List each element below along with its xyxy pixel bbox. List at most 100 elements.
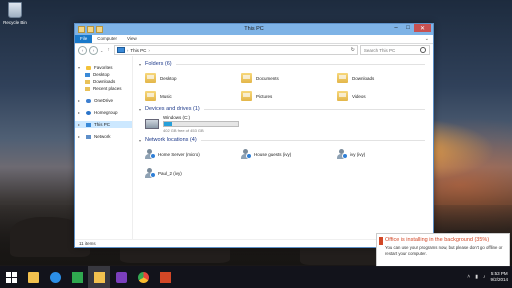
forward-button[interactable]: › <box>89 45 98 55</box>
chrome-icon <box>137 271 149 283</box>
tab-computer[interactable]: Computer <box>92 35 122 43</box>
desktop-icon-recycle-bin[interactable]: Recycle Bin <box>0 2 30 25</box>
window-title: This PC <box>244 26 264 32</box>
folder-item[interactable]: Downloads <box>337 71 433 85</box>
volume-icon[interactable]: ♪ <box>483 274 486 280</box>
network-location-label: ivy (ivy) <box>350 151 366 157</box>
expand-arrow-icon[interactable]: ▾ <box>78 65 83 70</box>
back-button[interactable]: ‹ <box>78 45 87 55</box>
office-install-notification[interactable]: Office is installing in the background (… <box>376 233 510 267</box>
nav-item-label: Recent places <box>93 86 122 91</box>
clock[interactable]: 5:53 PM 9/2/2014 <box>490 271 508 283</box>
nav-item-label: Downloads <box>93 79 116 84</box>
recent-locations-icon[interactable]: ⌄ <box>100 48 103 53</box>
ribbon-expand-icon[interactable]: ⌄ <box>425 36 429 42</box>
expand-arrow-icon[interactable]: ▸ <box>78 110 83 115</box>
nav-item-desktop[interactable]: Desktop <box>75 71 132 78</box>
desktop-icon-label: Recycle Bin <box>3 20 27 25</box>
section-title: Network locations (4) <box>145 137 197 143</box>
search-placeholder: Search This PC <box>363 47 396 53</box>
taskbar-office[interactable] <box>154 266 176 288</box>
drive-usage-bar <box>163 121 239 127</box>
folder-label: Desktop <box>160 75 177 81</box>
office-icon <box>379 237 383 245</box>
downloads-folder-icon <box>85 79 90 84</box>
taskbar-settings[interactable] <box>110 266 132 288</box>
nav-item-label: OneDrive <box>94 98 114 103</box>
file-explorer-window: This PC – □ ✕ File Computer View ⌄ ‹ › ⌄… <box>74 23 434 248</box>
this-pc-icon <box>86 122 91 127</box>
nav-item-onedrive[interactable]: ▸ OneDrive <box>75 97 132 104</box>
start-button[interactable] <box>0 266 22 288</box>
taskbar-store[interactable] <box>66 266 88 288</box>
window-controls: – □ ✕ <box>390 24 431 32</box>
folder-item[interactable]: Videos <box>337 89 433 103</box>
folder-item[interactable]: Music <box>145 89 241 103</box>
user-share-icon <box>145 168 156 178</box>
up-button[interactable]: ↑ <box>105 47 112 53</box>
notification-message: You can use your programs now, but pleas… <box>385 245 503 256</box>
taskbar-chrome[interactable] <box>132 266 154 288</box>
search-input[interactable]: Search This PC <box>359 45 430 55</box>
windows-logo-icon <box>5 271 17 283</box>
file-explorer-icon <box>27 271 39 283</box>
expand-arrow-icon[interactable]: ▸ <box>78 134 83 139</box>
nav-item-downloads[interactable]: Downloads <box>75 78 132 85</box>
nav-item-favorites[interactable]: ▾ Favorites <box>75 64 132 71</box>
taskbar-file-explorer[interactable] <box>22 266 44 288</box>
nav-item-label: Desktop <box>93 72 110 77</box>
documents-folder-icon <box>241 73 252 83</box>
section-title: Folders (6) <box>145 61 172 67</box>
maximize-button[interactable]: □ <box>402 24 414 32</box>
network-location-item[interactable]: Paul_2 (ivy) <box>145 166 241 180</box>
nav-item-homegroup[interactable]: ▸ Homegroup <box>75 109 132 116</box>
section-header-folders[interactable]: ▾ Folders (6) <box>139 60 433 68</box>
nav-item-recent-places[interactable]: Recent places <box>75 85 132 92</box>
network-status-icon[interactable]: ▮ <box>475 274 478 280</box>
section-header-drives[interactable]: ▾ Devices and drives (1) <box>139 105 433 113</box>
folder-label: Pictures <box>256 93 273 99</box>
gear-icon <box>115 271 127 283</box>
item-count: 11 items <box>79 241 96 246</box>
taskbar-internet-explorer[interactable] <box>44 266 66 288</box>
folder-label: Videos <box>352 93 366 99</box>
content-pane: ▾ Folders (6) Desktop Documents Download… <box>133 56 433 239</box>
folder-item[interactable]: Documents <box>241 71 337 85</box>
folder-icon <box>93 271 105 283</box>
minimize-button[interactable]: – <box>390 24 402 32</box>
show-hidden-icons-icon[interactable]: ˄ <box>467 274 470 280</box>
network-locations-grid: Home Server (micro) House guests (ivy) i… <box>139 144 433 180</box>
drive-item[interactable]: Windows (C:) 402 GB free of 453 GB <box>139 113 433 136</box>
desktop-folder-icon <box>145 73 156 83</box>
folder-item[interactable]: Pictures <box>241 89 337 103</box>
expand-arrow-icon[interactable]: ▸ <box>78 98 83 103</box>
breadcrumb-this-pc[interactable]: This PC <box>130 48 146 53</box>
folder-label: Downloads <box>352 75 375 81</box>
nav-item-label: Favorites <box>94 65 113 70</box>
network-location-item[interactable]: ivy (ivy) <box>337 147 433 161</box>
tab-view[interactable]: View <box>122 35 142 43</box>
drive-free-text: 402 GB free of 453 GB <box>163 128 204 133</box>
network-location-item[interactable]: Home Server (micro) <box>145 147 241 161</box>
folder-label: Music <box>160 93 172 99</box>
nav-item-network[interactable]: ▸ Network <box>75 133 132 140</box>
taskbar-file-explorer-active[interactable] <box>88 266 110 288</box>
homegroup-icon <box>86 110 91 115</box>
title-bar[interactable]: This PC – □ ✕ <box>75 24 433 35</box>
search-icon <box>420 47 426 53</box>
address-bar[interactable]: › This PC › ↻ <box>113 45 358 55</box>
user-share-icon <box>337 149 348 159</box>
recent-places-icon <box>85 86 90 91</box>
drive-label: Windows (C:) <box>163 115 191 120</box>
expand-arrow-icon[interactable]: ▸ <box>78 122 83 127</box>
user-share-icon <box>145 149 156 159</box>
ribbon-tabs: File Computer View ⌄ <box>75 35 433 44</box>
section-header-network-locations[interactable]: ▾ Network locations (4) <box>139 136 433 144</box>
network-location-item[interactable]: House guests (ivy) <box>241 147 337 161</box>
close-button[interactable]: ✕ <box>414 24 431 32</box>
tab-file[interactable]: File <box>75 35 93 43</box>
store-icon <box>71 271 83 283</box>
folder-item[interactable]: Desktop <box>145 71 241 85</box>
refresh-icon[interactable]: ↻ <box>351 47 355 53</box>
nav-item-this-pc[interactable]: ▸ This PC <box>75 121 132 128</box>
